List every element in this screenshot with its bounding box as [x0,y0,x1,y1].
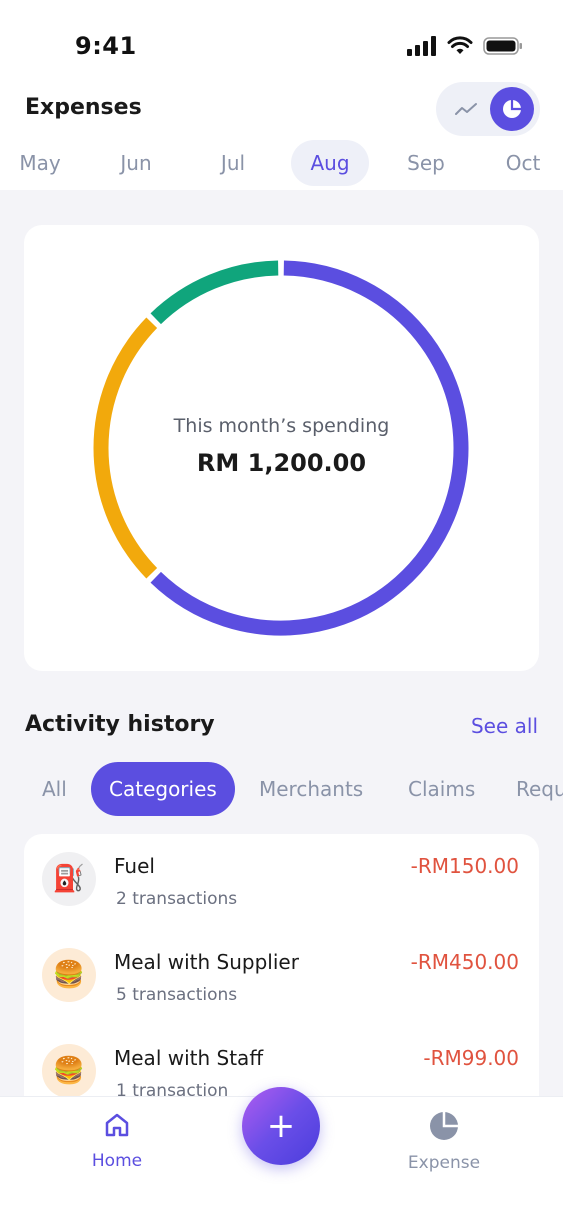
see-all-link[interactable]: See all [471,714,538,738]
list-item[interactable]: 🍔 Meal with Supplier 5 transactions -RM4… [24,930,539,1026]
burger-icon: 🍔 [42,948,96,1002]
pie-chart-toggle[interactable] [490,87,534,131]
month-tab-aug[interactable]: Aug [291,140,369,186]
status-time: 9:41 [75,32,137,60]
donut-segment-2 [150,260,279,325]
item-amount: -RM450.00 [410,950,519,974]
month-tab-jul[interactable]: Jul [193,140,273,186]
line-chart-icon [455,103,477,115]
item-name: Meal with Supplier [114,950,299,974]
donut-segment-1 [93,317,158,579]
filter-tab-categories[interactable]: Categories [91,762,235,816]
item-name: Fuel [114,854,155,878]
status-icons [407,36,523,56]
spending-chart-card: This month’s spending RM 1,200.00 [24,225,539,671]
battery-icon [483,37,522,55]
header: Expenses May Jun Jul Aug Sep Oct [0,80,563,190]
item-transactions: 2 transactions [116,889,238,909]
status-bar: 9:41 [0,0,563,80]
filter-tab-merchants[interactable]: Merchants [259,762,363,816]
month-selector: May Jun Jul Aug Sep Oct [0,140,563,186]
add-expense-button[interactable]: + [242,1087,320,1165]
list-item[interactable]: ⛽ Fuel 2 transactions -RM150.00 [24,834,539,930]
line-chart-toggle[interactable] [446,89,486,129]
nav-home[interactable]: Home [57,1111,177,1171]
view-toggle[interactable] [436,82,540,136]
wifi-icon [447,36,473,54]
pie-chart-icon [430,1112,458,1140]
nav-expense-label: Expense [407,1153,481,1173]
page-title: Expenses [25,95,142,120]
month-tab-jun[interactable]: Jun [96,140,176,186]
item-amount: -RM150.00 [410,854,519,878]
bottom-nav: Home + Expense [0,1087,563,1218]
filter-tab-claims[interactable]: Claims [408,762,475,816]
filter-tab-requests[interactable]: Requ [516,762,563,816]
chart-label: This month’s spending [173,415,390,437]
spending-donut-chart [93,260,469,636]
pie-chart-icon [503,100,521,118]
nav-expense[interactable]: Expense [384,1111,504,1173]
chart-amount: RM 1,200.00 [196,449,367,477]
month-tab-oct[interactable]: Oct [483,140,563,186]
fuel-pump-icon: ⛽ [42,852,96,906]
plus-icon: + [266,1106,296,1146]
item-amount: -RM99.00 [423,1046,519,1070]
item-transactions: 5 transactions [116,985,238,1005]
burger-icon: 🍔 [42,1044,96,1098]
filter-tab-all[interactable]: All [42,762,67,816]
month-tab-sep[interactable]: Sep [386,140,466,186]
nav-home-label: Home [91,1151,143,1171]
month-tab-may[interactable]: May [0,140,80,186]
signal-icon [407,36,436,56]
activity-title: Activity history [25,712,215,737]
item-name: Meal with Staff [114,1046,264,1070]
donut-segment-0 [150,260,469,636]
activity-filter-tabs: All Categories Merchants Claims Requ [0,762,563,816]
home-icon [105,1113,129,1137]
